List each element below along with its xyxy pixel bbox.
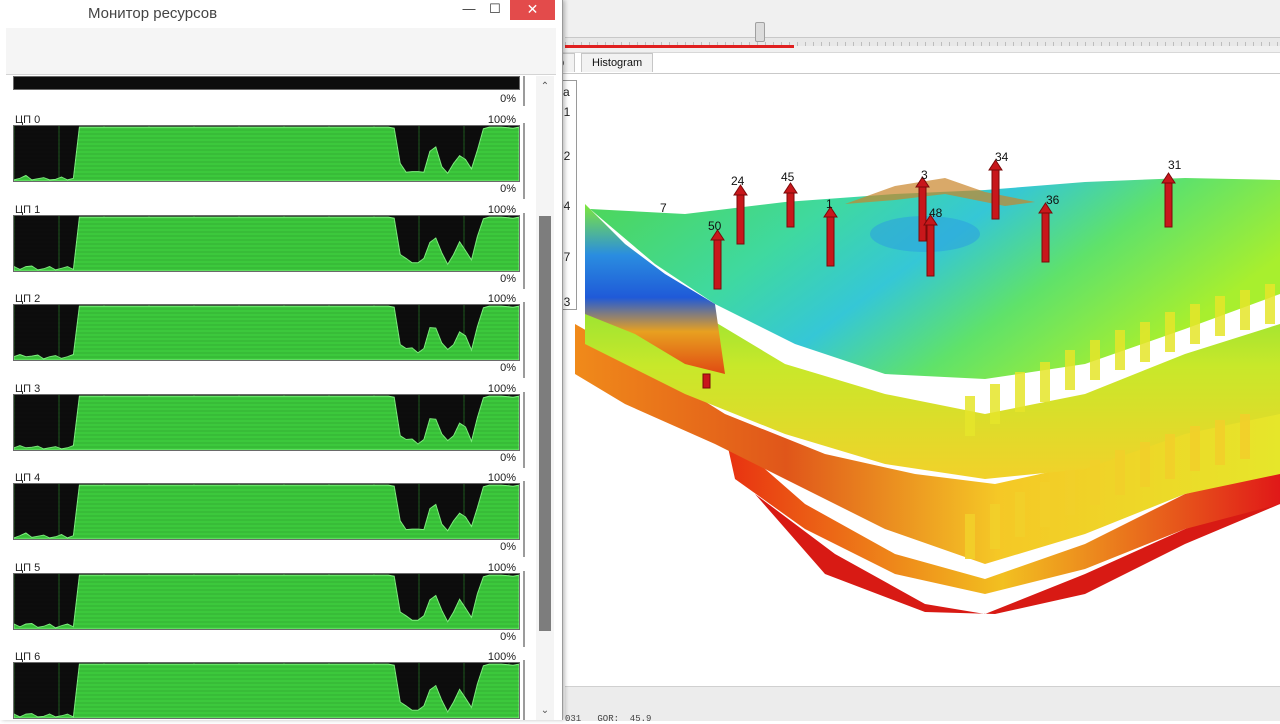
cpu-usage-graph xyxy=(13,214,520,272)
cpu-min-label: 0% xyxy=(500,630,516,643)
reservoir-viewer: p Histogram sa 71 32 04 67 23 xyxy=(547,0,1280,724)
statusbar: 031 GOR: 45.9 xyxy=(565,686,1280,724)
well-label: 31 xyxy=(1168,158,1182,172)
toolbar-area xyxy=(6,28,556,75)
graph-scale-line xyxy=(523,76,525,106)
cpu-min-label: 0% xyxy=(500,183,516,195)
cpu-min-label: 0% xyxy=(500,93,516,105)
cpu-block: ЦП 6 100% xyxy=(6,651,534,720)
well-label: 24 xyxy=(731,174,745,188)
scroll-up-arrow[interactable]: ⌃ xyxy=(536,80,554,94)
cpu-min-label: 0% xyxy=(500,272,516,285)
close-button[interactable]: ✕ xyxy=(510,0,555,20)
cpu-graph-partial xyxy=(13,76,520,90)
reservoir-3d-model[interactable]: 7 24 45 1 50 3 48 34 36 31 xyxy=(565,74,1280,686)
cpu-usage-graph xyxy=(13,393,520,451)
tab-histogram[interactable]: Histogram xyxy=(581,53,654,72)
well-label: 36 xyxy=(1046,193,1060,207)
title-bar[interactable]: Монитор ресурсов — ☐ ✕ xyxy=(0,0,562,28)
window-title: Монитор ресурсов xyxy=(88,5,218,22)
cpu-usage-graph xyxy=(13,572,520,630)
well-label: 45 xyxy=(781,170,795,184)
cpu-block: ЦП 2 100% 0% xyxy=(6,293,534,383)
resource-monitor-window: Монитор ресурсов — ☐ ✕ 0% ЦП 0 100% 0% ЦП 1… xyxy=(0,0,563,720)
cpu-block: ЦП 5 100% 0% xyxy=(6,562,534,652)
well-label: 50 xyxy=(708,219,722,233)
cpu-usage-graph xyxy=(13,304,520,361)
cpu-block: ЦП 4 100% 0% xyxy=(6,472,534,562)
graph-scale-line xyxy=(523,481,525,557)
graph-scale-line xyxy=(523,391,525,468)
cpu-min-label: 0% xyxy=(500,451,516,464)
viewer-toolbar xyxy=(555,0,1280,53)
cpu-block-partial: 0% xyxy=(6,76,534,106)
well-label: 1 xyxy=(826,197,833,211)
timeline-thumb[interactable] xyxy=(755,22,765,42)
cpu-usage-graph xyxy=(13,662,520,719)
cpu-block: ЦП 3 100% 0% xyxy=(6,383,534,473)
cpu-min-label: 0% xyxy=(500,362,516,374)
cpu-min-label: 0% xyxy=(500,541,516,553)
well-label: 3 xyxy=(921,168,928,182)
cpu-usage-graph xyxy=(13,125,520,182)
status-text: 031 GOR: 45.9 xyxy=(565,714,652,724)
timeline-slider[interactable] xyxy=(565,22,1280,48)
tab-strip: p Histogram xyxy=(547,53,1280,74)
graph-scale-line xyxy=(523,570,525,647)
cpu-graphs-pane: 0% ЦП 0 100% 0% ЦП 1 100% 0% ЦП 2 100% 0% ЦП 3 100… xyxy=(6,76,534,720)
vertical-scrollbar[interactable]: ⌃ ⌄ xyxy=(536,76,554,720)
graph-scale-line xyxy=(523,123,525,199)
cpu-usage-graph xyxy=(13,483,520,540)
cpu-block: ЦП 1 100% 0% xyxy=(6,204,534,294)
well-label: 48 xyxy=(929,206,943,220)
well-label: 34 xyxy=(995,150,1009,164)
timeline-progress xyxy=(565,45,794,48)
scroll-thumb[interactable] xyxy=(539,216,551,631)
cpu-block: ЦП 0 100% 0% xyxy=(6,114,534,204)
graph-scale-line xyxy=(523,302,525,378)
graph-scale-line xyxy=(523,212,525,289)
maximize-button[interactable]: ☐ xyxy=(480,0,510,20)
graph-scale-line xyxy=(523,660,525,720)
well-label: 7 xyxy=(660,201,667,215)
scroll-down-arrow[interactable]: ⌄ xyxy=(536,704,554,718)
